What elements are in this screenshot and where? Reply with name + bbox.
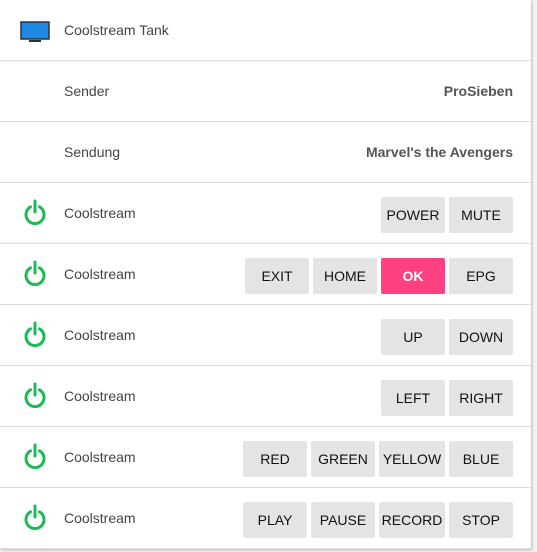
- device-title: Coolstream Tank: [64, 22, 169, 38]
- remote-row-nav: Coolstream EXIT HOME OK EPG: [0, 244, 531, 305]
- row-label: Coolstream: [64, 449, 136, 465]
- button-group: EXIT HOME OK EPG: [245, 258, 513, 294]
- info-row-sender: Sender ProSieben: [0, 61, 531, 122]
- yellow-button[interactable]: YELLOW: [379, 441, 445, 477]
- row-label: Coolstream: [64, 510, 136, 526]
- row-label: Coolstream: [64, 205, 136, 221]
- right-button[interactable]: RIGHT: [449, 380, 513, 416]
- exit-button[interactable]: EXIT: [245, 258, 309, 294]
- button-group: POWER MUTE: [381, 197, 513, 233]
- record-button[interactable]: RECORD: [379, 502, 445, 538]
- up-button[interactable]: UP: [381, 319, 445, 355]
- left-button[interactable]: LEFT: [381, 380, 445, 416]
- power-icon[interactable]: [20, 198, 50, 228]
- blue-button[interactable]: BLUE: [449, 441, 513, 477]
- green-button[interactable]: GREEN: [311, 441, 375, 477]
- power-icon[interactable]: [20, 381, 50, 411]
- remote-row-colors: Coolstream RED GREEN YELLOW BLUE: [0, 427, 531, 488]
- button-group: LEFT RIGHT: [381, 380, 513, 416]
- sender-label: Sender: [64, 83, 110, 99]
- remote-row-updown: Coolstream UP DOWN: [0, 305, 531, 366]
- epg-button[interactable]: EPG: [449, 258, 513, 294]
- stop-button[interactable]: STOP: [449, 502, 513, 538]
- sender-value: ProSieben: [443, 83, 513, 99]
- program-label: Sendung: [64, 144, 121, 160]
- home-button[interactable]: HOME: [313, 258, 377, 294]
- header-row: Coolstream Tank: [0, 0, 531, 61]
- power-icon[interactable]: [20, 442, 50, 472]
- row-label: Coolstream: [64, 266, 136, 282]
- button-group: RED GREEN YELLOW BLUE: [243, 441, 513, 477]
- button-group: PLAY PAUSE RECORD STOP: [243, 502, 513, 538]
- remote-row-power: Coolstream POWER MUTE: [0, 183, 531, 244]
- pause-button[interactable]: PAUSE: [311, 502, 375, 538]
- power-icon[interactable]: [20, 259, 50, 289]
- power-button[interactable]: POWER: [381, 197, 445, 233]
- program-value: Marvel's the Avengers: [365, 144, 513, 160]
- ok-button[interactable]: OK: [381, 258, 445, 294]
- remote-row-leftright: Coolstream LEFT RIGHT: [0, 366, 531, 427]
- info-row-program: Sendung Marvel's the Avengers: [0, 122, 531, 183]
- power-icon[interactable]: [20, 320, 50, 350]
- power-icon[interactable]: [20, 503, 50, 533]
- play-button[interactable]: PLAY: [243, 502, 307, 538]
- row-label: Coolstream: [64, 388, 136, 404]
- monitor-icon: [20, 15, 50, 45]
- remote-row-playback: Coolstream PLAY PAUSE RECORD STOP: [0, 488, 531, 549]
- red-button[interactable]: RED: [243, 441, 307, 477]
- entity-card: Coolstream Tank Sender ProSieben Sendung…: [0, 0, 531, 549]
- down-button[interactable]: DOWN: [449, 319, 513, 355]
- button-group: UP DOWN: [381, 319, 513, 355]
- row-label: Coolstream: [64, 327, 136, 343]
- mute-button[interactable]: MUTE: [449, 197, 513, 233]
